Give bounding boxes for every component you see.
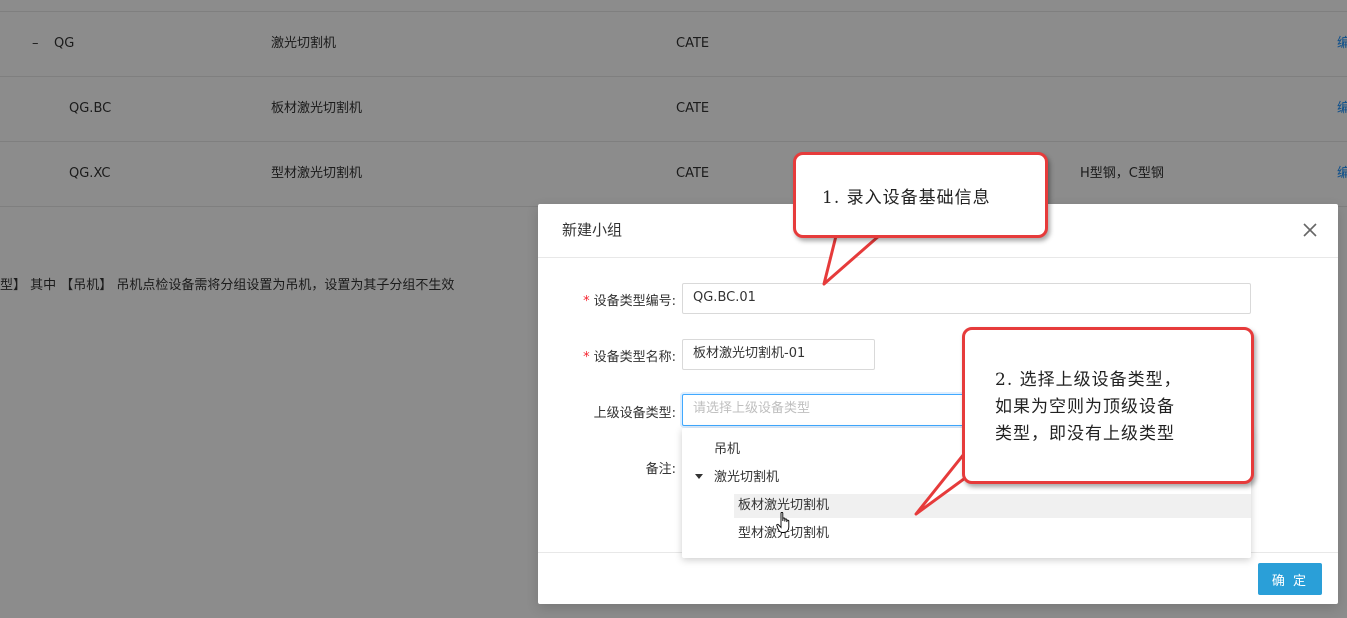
tree-item-crane[interactable]: 吊机 (714, 438, 740, 462)
close-icon[interactable] (1300, 220, 1320, 240)
parent-type-placeholder: 请选择上级设备类型 (693, 401, 811, 416)
callout-step-2: 2. 选择上级设备类型， 如果为空则为顶级设备 类型，即没有上级类型 (962, 327, 1254, 484)
required-mark: * (583, 294, 590, 309)
callout-step-2-text: 2. 选择上级设备类型， 如果为空则为顶级设备 类型，即没有上级类型 (995, 370, 1182, 444)
modal-footer: 确 定 (538, 552, 1338, 605)
type-code-input[interactable]: QG.BC.01 (682, 283, 1251, 314)
parent-type-label: 上级设备类型: (593, 406, 676, 421)
hand-cursor-icon (776, 512, 790, 533)
remark-label: 备注: (645, 462, 676, 477)
required-mark: * (583, 350, 590, 365)
confirm-button[interactable]: 确 定 (1258, 563, 1322, 595)
callout-step-1: 1. 录入设备基础信息 (793, 152, 1048, 238)
caret-down-icon[interactable] (695, 474, 703, 479)
type-code-label: * 设备类型编号: (583, 294, 676, 309)
tree-item-laser-cutter[interactable]: 激光切割机 (714, 466, 779, 490)
type-name-input[interactable]: 板材激光切割机-01 (682, 339, 875, 370)
type-name-label: * 设备类型名称: (583, 350, 676, 365)
modal-title: 新建小组 (562, 221, 623, 239)
callout-step-1-text: 1. 录入设备基础信息 (822, 188, 991, 208)
